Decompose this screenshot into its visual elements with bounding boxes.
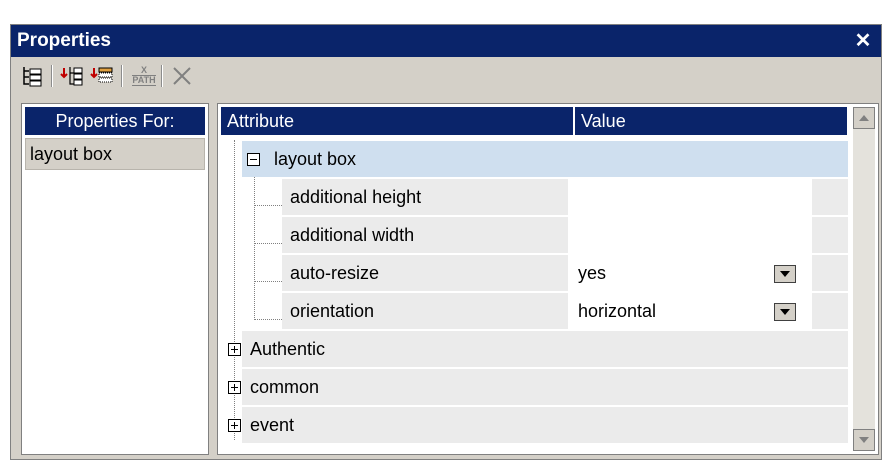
insert-child-icon[interactable] [59,63,85,89]
property-extra-cell [812,293,848,329]
group-label: common [250,377,320,397]
property-row[interactable]: additional width [218,216,848,254]
layout-tree-icon[interactable] [19,63,45,89]
toolbar: X PATH [11,57,881,95]
expand-icon[interactable] [228,343,241,356]
property-name: orientation [282,293,568,329]
toolbar-separator [51,65,53,87]
property-row[interactable]: orientation horizontal [218,292,848,330]
dropdown-arrow-icon[interactable] [774,265,796,283]
collapse-icon[interactable] [247,153,260,166]
vertical-scrollbar[interactable] [853,107,875,451]
toolbar-separator [121,65,123,87]
attribute-grid: Attribute Value layout box additional he… [217,103,879,455]
property-value[interactable] [570,217,810,253]
group-row-common[interactable]: common [218,368,848,406]
property-name: additional height [282,179,568,215]
property-extra-cell [812,179,848,215]
xpath-icon-bottom: PATH [132,75,156,86]
xpath-icon[interactable]: X PATH [131,63,157,89]
property-value[interactable] [570,179,810,215]
properties-window: Properties ✕ X PATH Properties For: layo… [10,24,882,460]
scroll-down-button[interactable] [853,429,875,451]
expand-icon[interactable] [228,381,241,394]
property-row[interactable]: additional height [218,178,848,216]
property-name: additional width [282,217,568,253]
expand-icon[interactable] [228,419,241,432]
toolbar-separator [161,65,163,87]
group-row-authentic[interactable]: Authentic [218,330,848,368]
close-icon[interactable]: ✕ [851,25,875,57]
delete-icon[interactable] [169,63,195,89]
scroll-up-button[interactable] [853,107,875,129]
properties-for-panel: Properties For: layout box [21,103,209,455]
group-row-event[interactable]: event [218,406,848,444]
property-row[interactable]: auto-resize yes [218,254,848,292]
attribute-column-header[interactable]: Attribute [221,107,573,135]
properties-for-item[interactable]: layout box [25,138,205,170]
value-column-header[interactable]: Value [575,107,847,135]
group-label: layout box [274,149,357,169]
property-name: auto-resize [282,255,568,291]
group-row-layout-box[interactable]: layout box [218,140,848,178]
insert-sibling-icon[interactable] [89,63,115,89]
dropdown-arrow-icon[interactable] [774,303,796,321]
properties-for-header: Properties For: [25,107,205,135]
xpath-icon-top: X [140,65,147,75]
title-bar: Properties ✕ [11,25,881,57]
property-extra-cell [812,255,848,291]
group-label: Authentic [250,339,326,359]
group-label: event [250,415,295,435]
property-extra-cell [812,217,848,253]
window-title: Properties [17,30,111,51]
